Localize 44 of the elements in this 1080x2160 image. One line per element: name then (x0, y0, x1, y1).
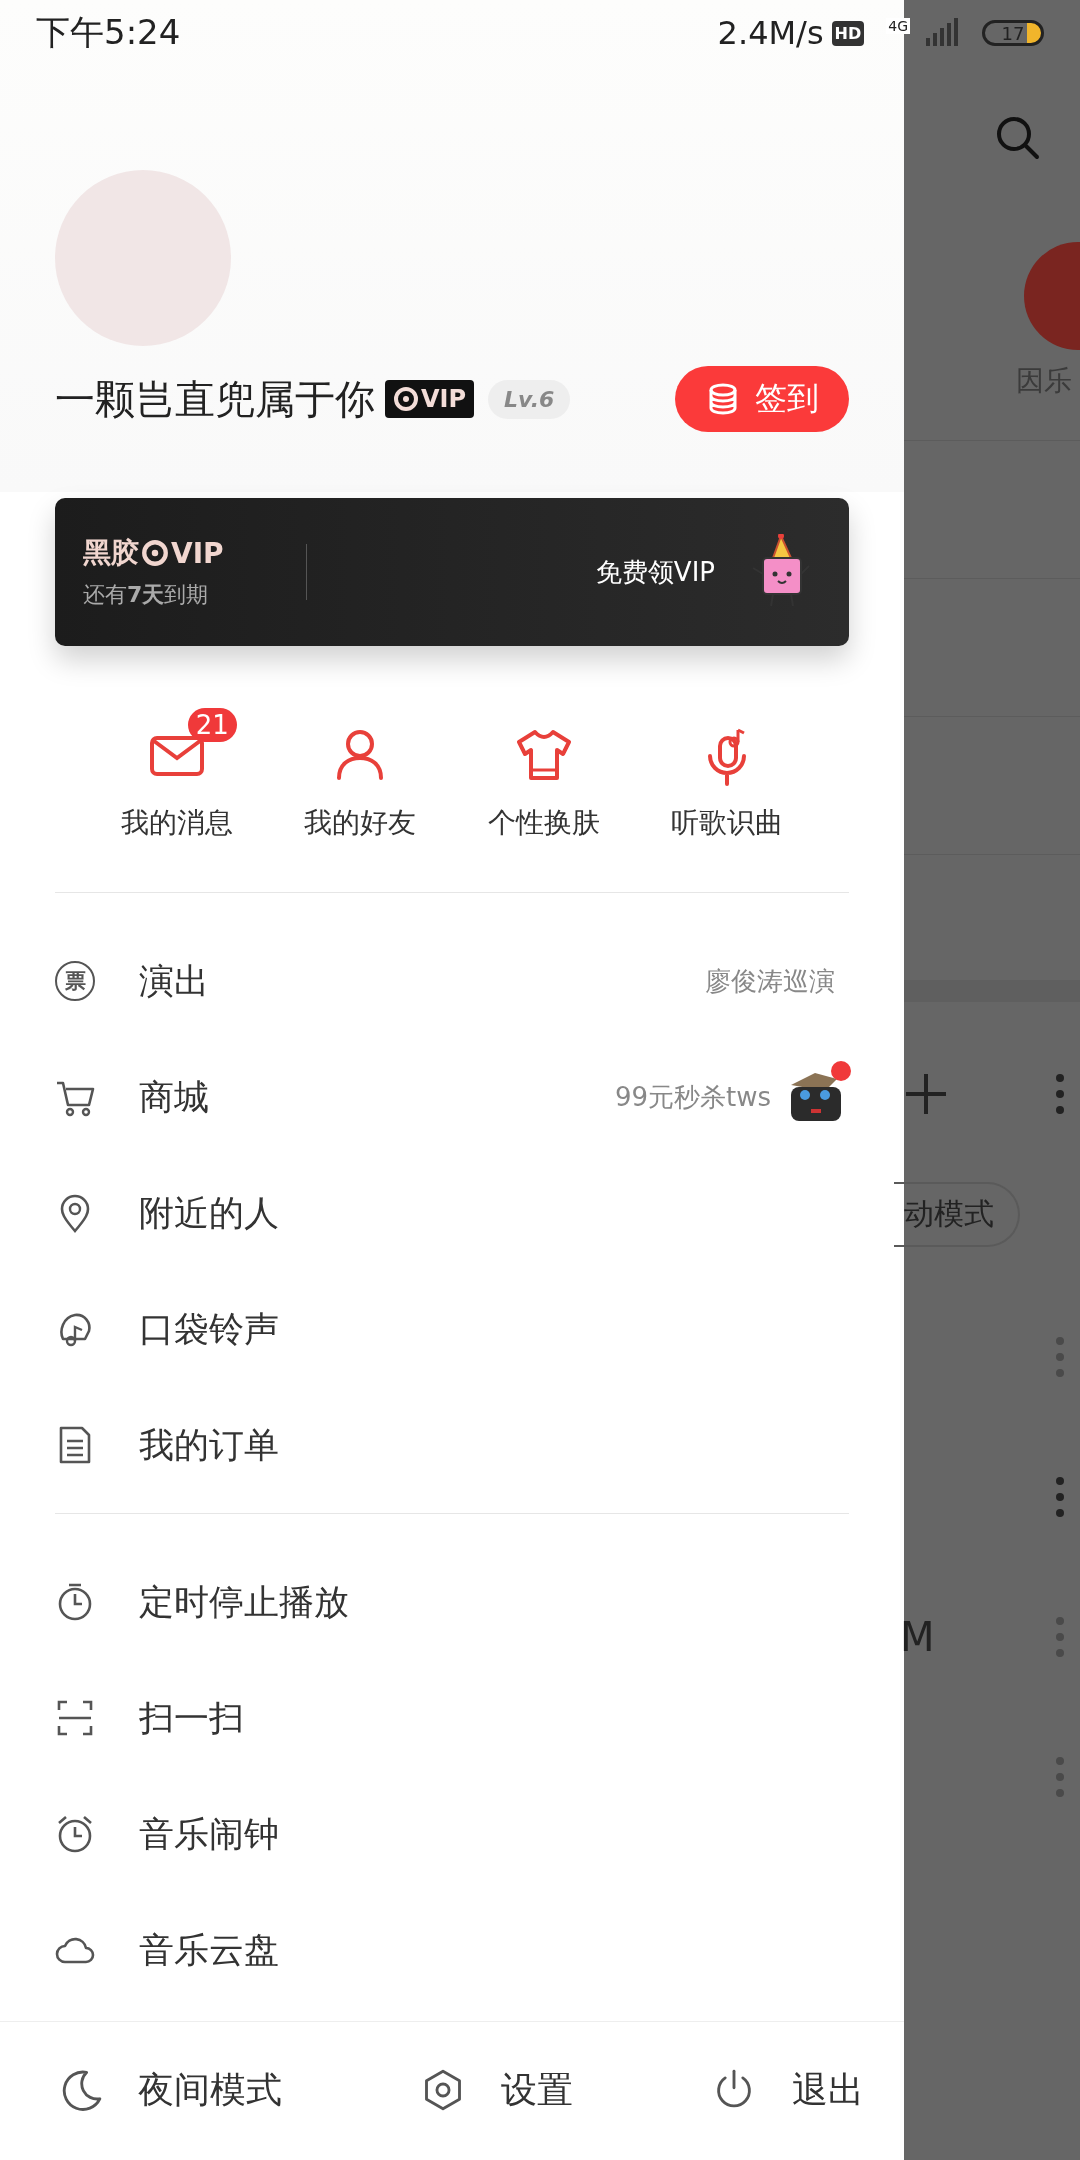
signal-icon (924, 18, 960, 48)
shortcut-button[interactable]: 听歌识曲 (642, 702, 813, 842)
menu-item[interactable]: 票 演出 廖俊涛巡演 (55, 923, 849, 1039)
user-name[interactable]: 一颗岂直兜属于你 (55, 371, 375, 427)
menu-item[interactable]: 音乐云盘 (55, 1892, 849, 2008)
more-icon (1054, 1615, 1066, 1659)
menu-item[interactable]: 定时停止播放 (55, 1544, 849, 1660)
menu-item[interactable]: 我的订单 (55, 1387, 849, 1503)
search-icon (994, 114, 1042, 162)
unread-count-badge: 21 (187, 708, 237, 742)
more-icon (1054, 1072, 1066, 1116)
network-type: 4G (886, 18, 910, 34)
menu-item[interactable]: 口袋铃声 (55, 1271, 849, 1387)
sign-in-button[interactable]: 签到 (675, 366, 849, 432)
level-badge: Lv.6 (488, 379, 571, 419)
menu-item[interactable]: 附近的人 (55, 1155, 849, 1271)
menu-item[interactable]: 扫一扫 (55, 1660, 849, 1776)
plus-icon (904, 1072, 948, 1116)
vip-expiry-text: 还有7天到期 (83, 581, 210, 609)
more-icon (1054, 1335, 1066, 1379)
footer-button[interactable]: 夜间模式 (58, 2065, 282, 2115)
scan-icon (55, 1698, 95, 1738)
battery-level: 17 (1001, 22, 1025, 44)
footer-button[interactable]: 退出 (712, 2065, 864, 2115)
shortcut-button[interactable]: 我的好友 (275, 702, 446, 842)
vip-logo: 黑胶 VIP (83, 535, 224, 572)
menu-item[interactable]: 商城 99元秒杀tws (55, 1039, 849, 1155)
menu-item-hint: 99元秒杀tws (614, 1080, 771, 1114)
disc-icon (393, 386, 419, 412)
more-icon (1054, 1475, 1066, 1519)
footer-button[interactable]: 设置 (421, 2065, 573, 2115)
free-vip-link[interactable]: 免费领VIP (595, 554, 715, 590)
network-speed: 2.4M/s (717, 14, 824, 52)
menu-item[interactable]: 音乐闹钟 (55, 1776, 849, 1892)
shortcut-button[interactable]: 21 我的消息 (91, 702, 262, 842)
status-time: 下午5:24 (36, 11, 181, 54)
more-icon (1054, 1755, 1066, 1799)
vip-card[interactable]: 黑胶 VIP 还有7天到期 免费领VIP (55, 498, 849, 646)
ticket-icon: 票 (55, 961, 95, 1001)
song-title-fragment: M (900, 1614, 935, 1660)
shortcut-button[interactable]: 个性换肤 (458, 702, 629, 842)
vip-badge: VIP (385, 380, 475, 418)
disc-icon (141, 539, 169, 567)
menu-item-hint: 廖俊涛巡演 (705, 964, 835, 998)
